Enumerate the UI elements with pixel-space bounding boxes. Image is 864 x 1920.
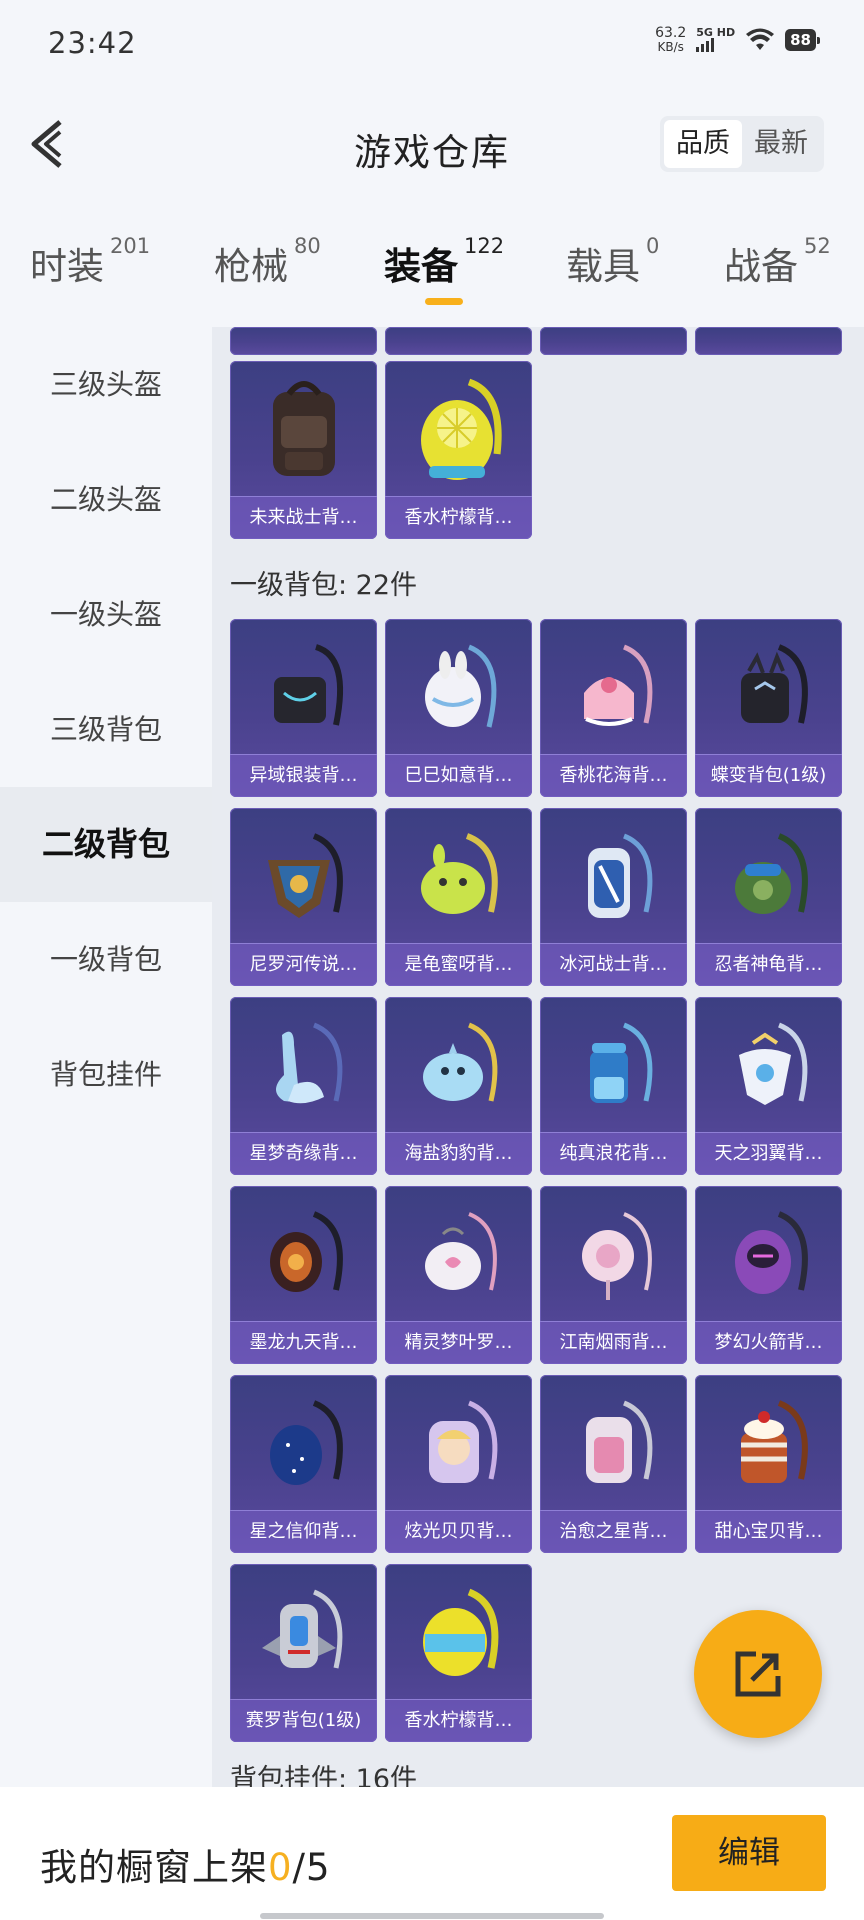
sidebar-item-helmet-2[interactable]: 二级头盔 bbox=[0, 442, 212, 557]
backpack-icon bbox=[540, 997, 687, 1132]
item-card[interactable] bbox=[230, 327, 377, 355]
backpack-icon bbox=[695, 997, 842, 1132]
sort-toggle: 品质 最新 bbox=[660, 116, 824, 172]
status-time: 23:42 bbox=[48, 26, 137, 60]
backpack-icon bbox=[230, 1564, 377, 1699]
backpack-icon bbox=[385, 997, 532, 1132]
backpack-icon bbox=[695, 808, 842, 943]
home-indicator bbox=[260, 1913, 604, 1919]
item-card[interactable]: 甜心宝贝背… bbox=[695, 1375, 842, 1553]
item-card[interactable]: 蝶变背包(1级) bbox=[695, 619, 842, 797]
item-card[interactable]: 香水柠檬背… bbox=[385, 1564, 532, 1742]
item-card[interactable] bbox=[385, 327, 532, 355]
item-card[interactable]: 天之羽翼背… bbox=[695, 997, 842, 1175]
item-card[interactable]: 冰河战士背… bbox=[540, 808, 687, 986]
backpack-icon bbox=[695, 1186, 842, 1321]
next-section-title: 背包挂件: 16件 bbox=[230, 1764, 418, 1787]
edit-button[interactable]: 编辑 bbox=[672, 1815, 826, 1891]
item-card[interactable]: 是龟蜜呀背… bbox=[385, 808, 532, 986]
item-card[interactable]: 异域银装背… bbox=[230, 619, 377, 797]
item-card[interactable]: 墨龙九天背… bbox=[230, 1186, 377, 1364]
item-card[interactable]: 星之信仰背… bbox=[230, 1375, 377, 1553]
item-card[interactable]: 未来战士背… bbox=[230, 361, 377, 539]
item-card[interactable]: 梦幻火箭背… bbox=[695, 1186, 842, 1364]
tab-guns[interactable]: 枪械 80 bbox=[214, 234, 321, 290]
tab-equipment[interactable]: 装备 122 bbox=[384, 234, 504, 290]
backpack-icon bbox=[540, 619, 687, 754]
sidebar-item-backpack-2[interactable]: 二级背包 bbox=[0, 787, 212, 902]
sidebar-item-backpack-3[interactable]: 三级背包 bbox=[0, 672, 212, 787]
tab-combat-gear[interactable]: 战备 52 bbox=[724, 234, 831, 290]
backpack-icon bbox=[230, 1186, 377, 1321]
item-card[interactable]: 治愈之星背… bbox=[540, 1375, 687, 1553]
active-tab-indicator bbox=[425, 298, 463, 305]
battery-icon: 88 bbox=[785, 29, 820, 51]
status-bar: 23:42 63.2 KB/s 5G HD 88 bbox=[0, 0, 864, 90]
item-card[interactable]: 忍者神龟背… bbox=[695, 808, 842, 986]
item-card[interactable]: 尼罗河传说… bbox=[230, 808, 377, 986]
tab-fashion[interactable]: 时装 201 bbox=[30, 234, 150, 290]
backpack-icon bbox=[385, 619, 532, 754]
backpack-icon bbox=[385, 361, 532, 496]
backpack-icon bbox=[540, 1186, 687, 1321]
sidebar: 三级头盔 二级头盔 一级头盔 三级背包 二级背包 一级背包 背包挂件 bbox=[0, 327, 212, 1787]
item-card[interactable] bbox=[695, 327, 842, 355]
backpack-icon bbox=[540, 808, 687, 943]
share-icon bbox=[735, 1651, 781, 1697]
item-card[interactable]: 星梦奇缘背… bbox=[230, 997, 377, 1175]
sort-quality[interactable]: 品质 bbox=[664, 120, 742, 168]
item-card[interactable]: 炫光贝贝背… bbox=[385, 1375, 532, 1553]
backpack-icon bbox=[540, 1375, 687, 1510]
backpack-icon bbox=[385, 1564, 532, 1699]
sidebar-item-helmet-1[interactable]: 一级头盔 bbox=[0, 557, 212, 672]
sort-newest[interactable]: 最新 bbox=[742, 120, 820, 168]
backpack-icon bbox=[230, 619, 377, 754]
category-tabs: 时装 201 枪械 80 装备 122 载具 0 战备 52 bbox=[0, 234, 864, 326]
header: 游戏仓库 品质 最新 bbox=[0, 100, 864, 190]
tab-vehicles[interactable]: 载具 0 bbox=[566, 234, 659, 290]
item-card[interactable]: 精灵梦叶罗… bbox=[385, 1186, 532, 1364]
sidebar-item-backpack-pendant[interactable]: 背包挂件 bbox=[0, 1017, 212, 1132]
item-card[interactable]: 巳巳如意背… bbox=[385, 619, 532, 797]
section-title: 一级背包: 22件 bbox=[230, 570, 418, 601]
signal-icon: 5G HD bbox=[696, 27, 735, 52]
backpack-icon bbox=[385, 1375, 532, 1510]
backpack-icon bbox=[230, 361, 377, 496]
sidebar-item-helmet-3[interactable]: 三级头盔 bbox=[0, 327, 212, 442]
sidebar-item-backpack-1[interactable]: 一级背包 bbox=[0, 902, 212, 1017]
item-card[interactable] bbox=[540, 327, 687, 355]
backpack-icon bbox=[695, 1375, 842, 1510]
item-card[interactable]: 香水柠檬背… bbox=[385, 361, 532, 539]
wifi-icon bbox=[746, 28, 775, 50]
item-grid: 未来战士背… 香水柠檬背… 一级背包: 22件 异域银装背… 巳巳如意背… 香桃… bbox=[212, 327, 864, 1787]
item-card[interactable]: 赛罗背包(1级) bbox=[230, 1564, 377, 1742]
network-speed: 63.2 KB/s bbox=[655, 25, 687, 54]
backpack-icon bbox=[385, 808, 532, 943]
backpack-icon bbox=[230, 808, 377, 943]
backpack-icon bbox=[695, 619, 842, 754]
backpack-icon bbox=[230, 997, 377, 1132]
item-card[interactable]: 海盐豹豹背… bbox=[385, 997, 532, 1175]
share-button[interactable] bbox=[694, 1610, 822, 1738]
showcase-counter: 我的橱窗上架0/5 bbox=[40, 1846, 331, 1889]
bottom-bar: 我的橱窗上架0/5 编辑 bbox=[0, 1787, 864, 1920]
item-card[interactable]: 纯真浪花背… bbox=[540, 997, 687, 1175]
item-card[interactable]: 江南烟雨背… bbox=[540, 1186, 687, 1364]
item-card[interactable]: 香桃花海背… bbox=[540, 619, 687, 797]
backpack-icon bbox=[230, 1375, 377, 1510]
backpack-icon bbox=[385, 1186, 532, 1321]
